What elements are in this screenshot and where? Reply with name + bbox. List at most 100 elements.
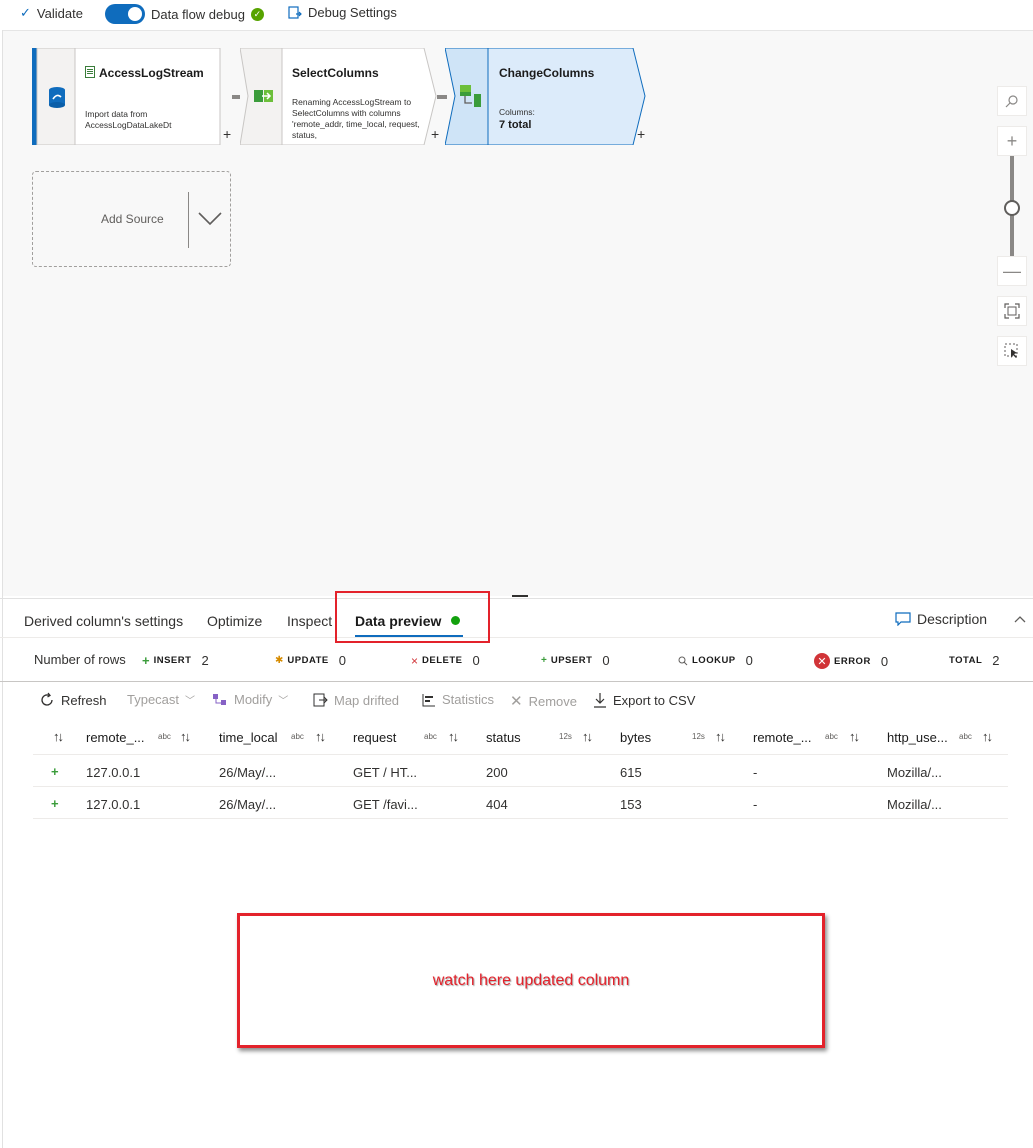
- table-cell: Mozilla/...: [887, 765, 942, 780]
- table-cell: 127.0.0.1: [86, 765, 141, 780]
- top-toolbar: ✓ Validate Data flow debug ✓ Debug Setti…: [0, 0, 1033, 30]
- lookup-stat: LOOKUP 0: [678, 653, 753, 668]
- insert-row-icon: +: [51, 796, 59, 811]
- update-key: UPDATE: [287, 655, 329, 666]
- column-header[interactable]: remote_...: [753, 730, 812, 745]
- toggle-switch[interactable]: [105, 4, 145, 24]
- statistics-button[interactable]: Statistics: [422, 692, 494, 707]
- add-transform-plus-icon[interactable]: +: [223, 126, 231, 142]
- select-mode-icon[interactable]: [997, 336, 1027, 366]
- table-cell: GET /favi...: [353, 797, 418, 812]
- comment-icon: [895, 612, 911, 626]
- chevron-up-icon[interactable]: [1014, 615, 1026, 623]
- map-drifted-label: Map drifted: [334, 692, 400, 708]
- sort-icon[interactable]: ↑↓: [982, 729, 993, 744]
- total-stat: TOTAL 2: [949, 653, 1000, 668]
- chevron-down-icon[interactable]: [198, 212, 222, 226]
- error-icon: ✕: [814, 653, 830, 669]
- column-header[interactable]: remote_...: [86, 730, 145, 745]
- checkmark-icon: ✓: [20, 5, 31, 20]
- transform-node-selectcolumns[interactable]: SelectColumns Renaming AccessLogStream t…: [240, 48, 445, 145]
- insert-row-icon: +: [51, 764, 59, 779]
- data-flow-debug-toggle[interactable]: Data flow debug ✓: [105, 4, 264, 24]
- table-cell: 127.0.0.1: [86, 797, 141, 812]
- statistics-icon: [422, 693, 435, 706]
- close-icon: ✕: [510, 693, 523, 710]
- search-icon[interactable]: [997, 86, 1027, 116]
- debug-settings-label: Debug Settings: [308, 5, 397, 20]
- typecast-label: Typecast: [127, 692, 180, 707]
- insert-value: 2: [201, 653, 209, 668]
- sort-icon[interactable]: ↑↓: [715, 729, 726, 744]
- validate-button[interactable]: ✓ Validate: [20, 5, 83, 21]
- source-node-accesslogstream[interactable]: AccessLogStream Import data from AccessL…: [32, 48, 232, 145]
- zoom-slider-handle[interactable]: [1004, 200, 1020, 216]
- sort-icon[interactable]: ↑↓: [448, 729, 459, 744]
- total-key: TOTAL: [949, 655, 983, 666]
- highlight-box: [335, 591, 490, 643]
- column-header[interactable]: http_use...: [887, 730, 948, 745]
- add-source-box[interactable]: Add Source: [32, 171, 231, 267]
- node-title: ChangeColumns: [499, 66, 595, 80]
- row-stats-bar: Number of rows + INSERT 2 ✱ UPDATE 0 × D…: [0, 638, 1033, 682]
- annotation-text: watch here updated column: [432, 972, 630, 989]
- refresh-label: Refresh: [61, 692, 107, 708]
- table-cell: GET / HT...: [353, 765, 418, 780]
- connector: [232, 95, 240, 99]
- table-cell: -: [753, 797, 758, 812]
- column-type: abc: [959, 732, 972, 741]
- zoom-out-icon[interactable]: —: [997, 256, 1027, 286]
- column-header[interactable]: status: [486, 730, 521, 745]
- column-type: abc: [158, 732, 171, 741]
- sort-icon[interactable]: ↑↓: [315, 729, 326, 744]
- error-value: 0: [880, 653, 889, 669]
- panel-resize-grip[interactable]: [512, 595, 528, 597]
- map-drifted-button[interactable]: Map drifted: [312, 692, 399, 708]
- column-header[interactable]: bytes: [620, 730, 651, 745]
- export-csv-button[interactable]: Export to CSV: [593, 692, 695, 708]
- column-header[interactable]: request: [353, 730, 396, 745]
- debug-settings-button[interactable]: Debug Settings: [288, 5, 397, 20]
- table-cell: Mozilla/...: [887, 797, 942, 812]
- lookup-value: 0: [745, 653, 753, 668]
- chevron-down-icon: ﹀: [278, 696, 289, 707]
- refresh-icon: [41, 692, 53, 706]
- node-description: Import data from AccessLogDataLakeDt: [85, 109, 172, 130]
- refresh-button[interactable]: Refresh: [39, 692, 107, 708]
- upsert-icon: +: [541, 655, 547, 666]
- transform-node-changecolumns[interactable]: ChangeColumns Columns: 7 total +: [445, 48, 653, 145]
- total-value: 2: [992, 653, 1000, 668]
- tab-inspect[interactable]: Inspect: [287, 613, 332, 629]
- table-cell: 404: [486, 797, 508, 812]
- rows-label: Number of rows: [34, 652, 126, 667]
- description-label: Description: [917, 611, 988, 627]
- fit-to-screen-icon[interactable]: [997, 296, 1027, 326]
- remove-button[interactable]: ✕ Remove: [510, 692, 577, 710]
- insert-plus-icon: +: [142, 653, 150, 668]
- sort-icon[interactable]: ↑↓: [849, 729, 860, 744]
- remove-label: Remove: [528, 693, 577, 709]
- add-transform-plus-icon[interactable]: +: [431, 126, 439, 142]
- sort-icon[interactable]: ↑↓: [53, 729, 64, 744]
- table-row[interactable]: + 127.0.0.1 26/May/... GET / HT... 200 6…: [33, 755, 1008, 787]
- zoom-in-icon[interactable]: +: [997, 126, 1027, 156]
- add-transform-plus-icon[interactable]: +: [637, 126, 645, 142]
- sort-icon[interactable]: ↑↓: [582, 729, 593, 744]
- tab-derived-settings[interactable]: Derived column's settings: [24, 613, 183, 629]
- column-header[interactable]: time_local: [219, 730, 278, 745]
- description-button[interactable]: Description: [895, 611, 987, 627]
- export-label: Export to CSV: [613, 692, 696, 708]
- tab-optimize[interactable]: Optimize: [207, 613, 262, 629]
- typecast-button[interactable]: Typecast ﹀: [127, 692, 195, 707]
- update-star-icon: ✱: [275, 655, 284, 666]
- divider: [188, 192, 189, 248]
- column-type: abc: [424, 732, 437, 741]
- sort-icon[interactable]: ↑↓: [180, 729, 191, 744]
- lookup-key: LOOKUP: [692, 655, 736, 666]
- modify-button[interactable]: Modify ﹀: [212, 692, 288, 707]
- error-key: ERROR: [834, 655, 871, 667]
- debug-settings-icon: [288, 5, 302, 19]
- table-cell: 153: [620, 797, 642, 812]
- bottom-panel-tabs: Derived column's settings Optimize Inspe…: [0, 598, 1033, 638]
- table-row[interactable]: + 127.0.0.1 26/May/... GET /favi... 404 …: [33, 787, 1008, 819]
